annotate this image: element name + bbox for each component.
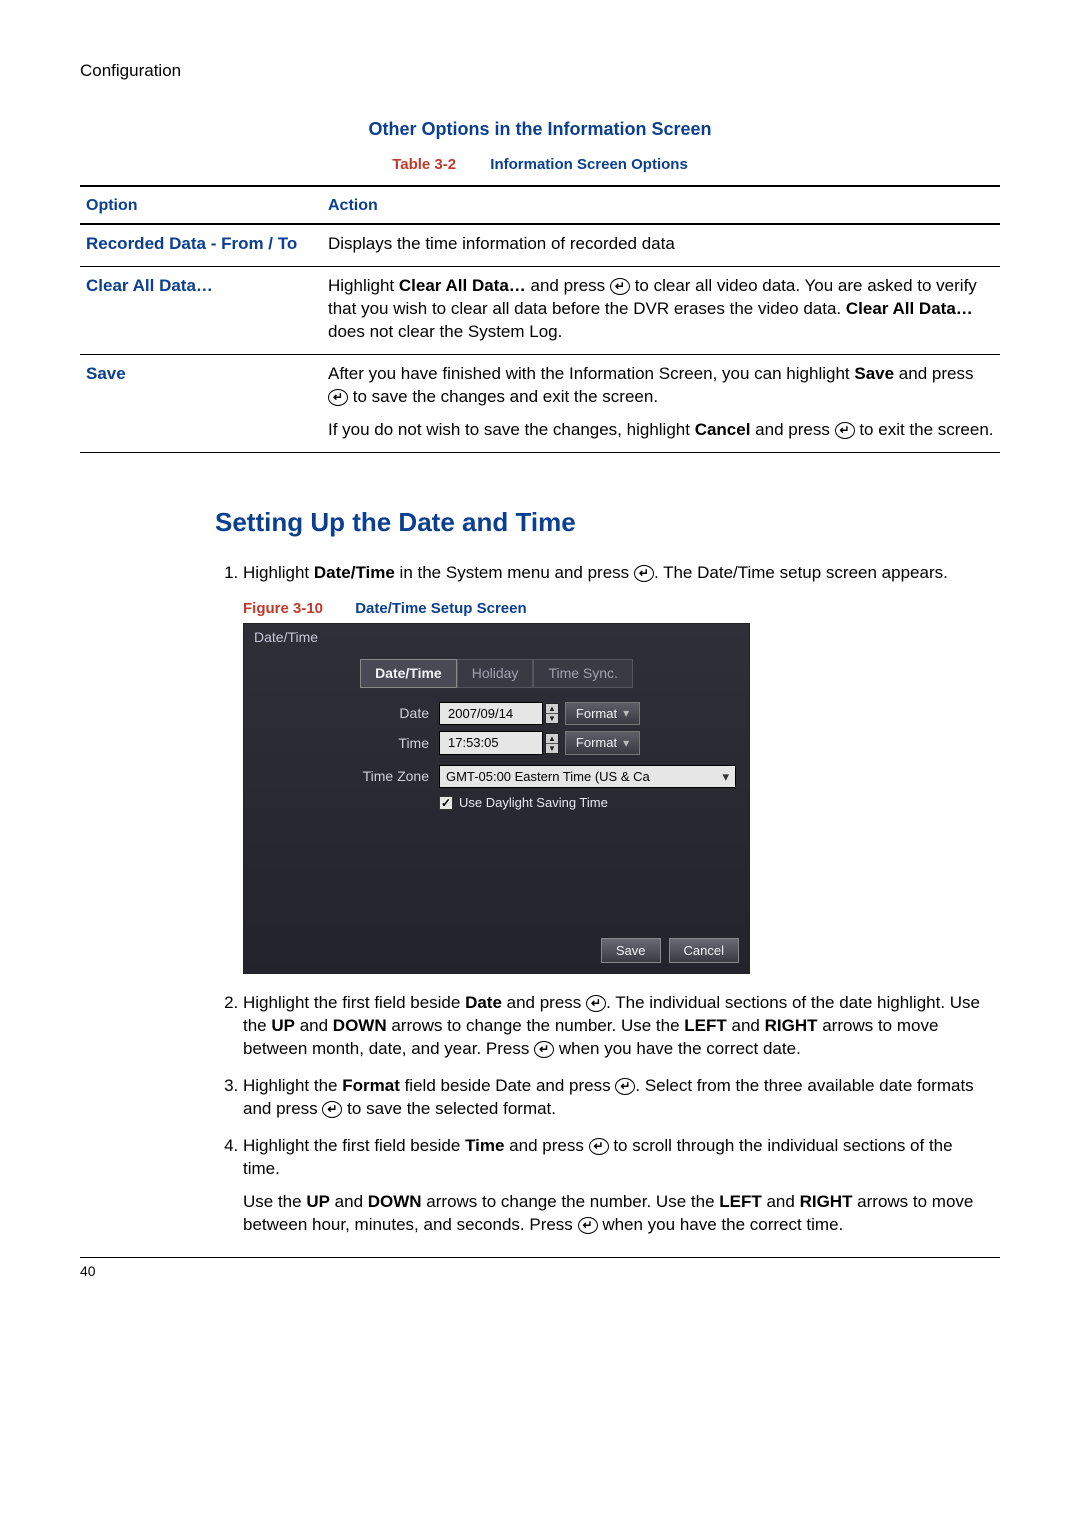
label-time: Time <box>254 734 439 753</box>
chevron-down-icon: ▾ <box>623 735 629 751</box>
label-timezone: Time Zone <box>254 767 439 786</box>
table-title: Information Screen Options <box>490 156 688 173</box>
chevron-up-icon[interactable]: ▲ <box>546 734 558 744</box>
options-table: Option Action Recorded Data - From / To … <box>80 185 1000 452</box>
step-1: Highlight Date/Time in the System menu a… <box>243 562 990 975</box>
chevron-down-icon[interactable]: ▼ <box>546 714 558 723</box>
enter-icon: ↵ <box>589 1138 609 1155</box>
chevron-up-icon[interactable]: ▲ <box>546 704 558 714</box>
date-format-button[interactable]: Format▾ <box>565 702 640 726</box>
step-3: Highlight the Format field beside Date a… <box>243 1075 990 1121</box>
running-header: Configuration <box>80 60 1000 83</box>
enter-icon: ↵ <box>578 1217 598 1234</box>
step-2: Highlight the first field beside Date an… <box>243 992 990 1061</box>
table-label: Table 3-2 <box>392 156 456 173</box>
option-save: Save <box>80 354 322 452</box>
enter-icon: ↵ <box>322 1101 342 1118</box>
tab-holiday[interactable]: Holiday <box>457 659 534 688</box>
dst-checkbox-row[interactable]: ✓ Use Daylight Saving Time <box>439 794 739 812</box>
tab-timesync[interactable]: Time Sync. <box>533 659 633 688</box>
section-title: Setting Up the Date and Time <box>215 505 990 540</box>
label-date: Date <box>254 704 439 723</box>
step-4: Highlight the first field beside Time an… <box>243 1135 990 1237</box>
enter-icon: ↵ <box>328 389 348 406</box>
figure-caption: Figure 3-10 Date/Time Setup Screen <box>243 599 990 619</box>
action-text: Highlight Clear All Data… and press ↵ to… <box>322 267 1000 355</box>
table-row: Save After you have finished with the In… <box>80 354 1000 452</box>
ss-window-title: Date/Time <box>244 624 749 649</box>
figure-title: Date/Time Setup Screen <box>355 600 526 617</box>
save-button[interactable]: Save <box>601 938 661 964</box>
table-caption: Table 3-2 Information Screen Options <box>80 155 1000 175</box>
enter-icon: ↵ <box>586 995 606 1012</box>
dst-label: Use Daylight Saving Time <box>459 794 608 812</box>
time-spinner[interactable]: ▲▼ <box>545 733 559 754</box>
ss-tabs: Date/Time Holiday Time Sync. <box>254 659 739 688</box>
enter-icon: ↵ <box>835 422 855 439</box>
cancel-button[interactable]: Cancel <box>669 938 739 964</box>
action-text: Displays the time information of recorde… <box>322 224 1000 266</box>
option-recorded-data: Recorded Data - From / To <box>80 224 322 266</box>
time-field[interactable]: 17:53:05 <box>439 731 543 755</box>
chevron-down-icon[interactable]: ▼ <box>546 744 558 753</box>
table-row: Recorded Data - From / To Displays the t… <box>80 224 1000 266</box>
date-field[interactable]: 2007/09/14 <box>439 702 543 726</box>
tab-datetime[interactable]: Date/Time <box>360 659 457 688</box>
date-spinner[interactable]: ▲▼ <box>545 703 559 724</box>
enter-icon: ↵ <box>610 278 630 295</box>
enter-icon: ↵ <box>615 1078 635 1095</box>
figure-label: Figure 3-10 <box>243 600 323 617</box>
time-format-button[interactable]: Format▾ <box>565 731 640 755</box>
datetime-screenshot: Date/Time Date/Time Holiday Time Sync. D… <box>243 623 750 975</box>
page-footer: 40 <box>80 1257 1000 1281</box>
steps-list: Highlight Date/Time in the System menu a… <box>215 562 990 1237</box>
action-text: After you have finished with the Informa… <box>322 354 1000 452</box>
chevron-down-icon: ▾ <box>623 705 629 721</box>
checkbox-checked-icon[interactable]: ✓ <box>439 796 453 810</box>
col-option: Option <box>80 186 322 224</box>
option-clear-all: Clear All Data… <box>80 267 322 355</box>
timezone-select[interactable]: GMT-05:00 Eastern Time (US & Ca▾ <box>439 765 736 789</box>
enter-icon: ↵ <box>634 565 654 582</box>
col-action: Action <box>322 186 1000 224</box>
chevron-down-icon: ▾ <box>722 768 729 786</box>
table-row: Clear All Data… Highlight Clear All Data… <box>80 267 1000 355</box>
enter-icon: ↵ <box>534 1041 554 1058</box>
section-subtitle: Other Options in the Information Screen <box>80 117 1000 141</box>
page-number: 40 <box>80 1263 96 1279</box>
